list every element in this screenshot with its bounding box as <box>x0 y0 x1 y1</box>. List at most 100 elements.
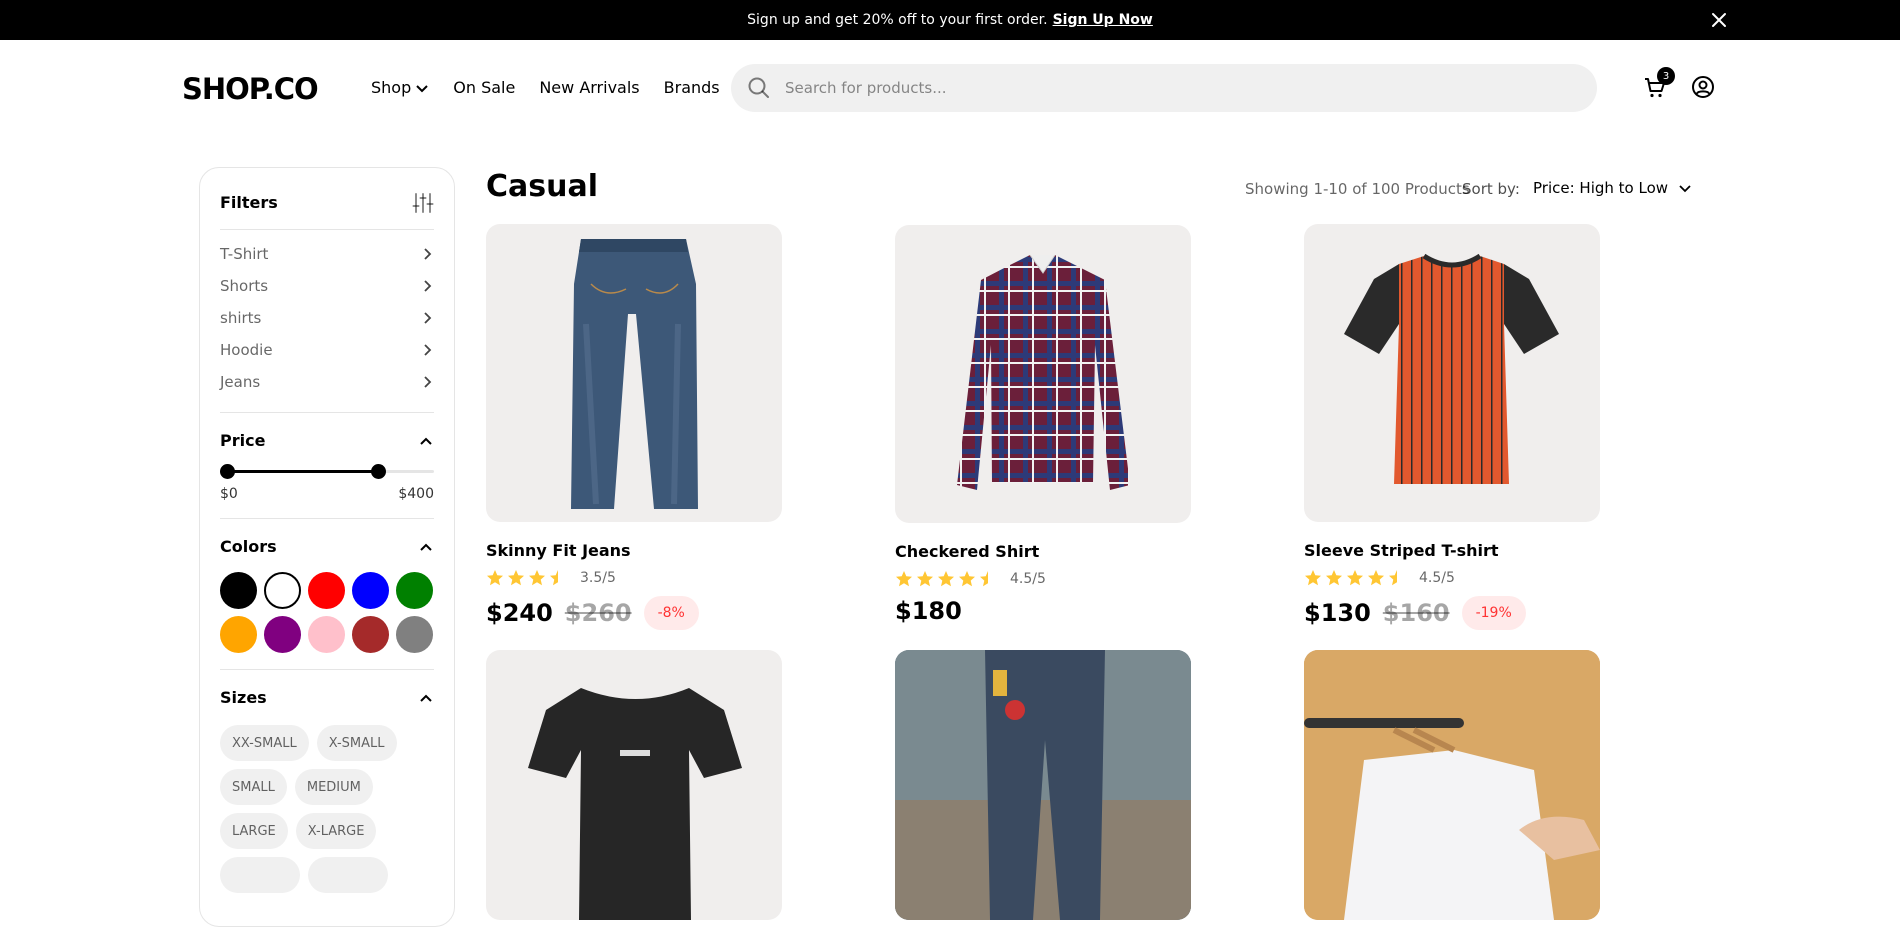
color-swatch[interactable] <box>308 616 345 653</box>
category-list: T-Shirt Shorts shirts Hoodie Jeans <box>220 230 434 413</box>
nav-brands[interactable]: Brands <box>664 78 720 97</box>
price-row: $240 $260 -8% <box>486 596 782 630</box>
category-item-shirts[interactable]: shirts <box>220 302 434 334</box>
product-card[interactable] <box>895 650 1191 920</box>
color-swatches <box>220 572 434 653</box>
product-rating: 4.5/5 <box>895 570 1191 588</box>
ripped-jeans-photo <box>895 650 1191 920</box>
filters-panel: Filters T-Shirt Shorts shirts Hoodie Jea… <box>199 167 455 927</box>
page-title: Casual <box>486 169 599 204</box>
price-labels: $0 $400 <box>220 486 434 502</box>
slider-thumb-min[interactable] <box>220 464 235 479</box>
product-name[interactable]: Checkered Shirt <box>895 542 1191 561</box>
color-swatch[interactable] <box>352 572 389 609</box>
product-name[interactable]: Sleeve Striped T-shirt <box>1304 541 1600 560</box>
product-price: $180 <box>895 597 962 625</box>
color-swatch[interactable] <box>264 572 301 609</box>
rating-value: 4.5/5 <box>1010 571 1046 587</box>
size-option-large[interactable]: LARGE <box>220 813 288 849</box>
star-icon <box>938 571 954 587</box>
sizes-title: Sizes <box>220 688 267 707</box>
star-rating <box>895 570 997 588</box>
cart-count-badge: 3 <box>1657 67 1675 85</box>
color-swatch[interactable] <box>264 616 301 653</box>
star-icon <box>529 570 545 586</box>
nav-new-arrivals[interactable]: New Arrivals <box>539 78 639 97</box>
colors-header[interactable]: Colors <box>220 537 434 556</box>
size-option-hidden[interactable] <box>220 857 300 893</box>
price-title: Price <box>220 431 266 450</box>
color-swatch[interactable] <box>308 572 345 609</box>
sort-dropdown[interactable]: Price: High to Low <box>1533 179 1692 197</box>
product-name[interactable]: Skinny Fit Jeans <box>486 541 782 560</box>
category-label: Jeans <box>220 373 261 391</box>
logo[interactable]: SHOP.CO <box>182 72 319 106</box>
color-swatch[interactable] <box>396 616 433 653</box>
nav-shop-label: Shop <box>371 78 412 97</box>
category-item-shorts[interactable]: Shorts <box>220 270 434 302</box>
product-rating: 3.5/5 <box>486 569 782 587</box>
price-slider[interactable] <box>220 460 434 484</box>
colors-title: Colors <box>220 537 277 556</box>
sizes-header[interactable]: Sizes <box>220 688 434 707</box>
price-row: $130 $160 -19% <box>1304 596 1600 630</box>
promo-bar: Sign up and get 20% off to your first or… <box>0 0 1900 40</box>
color-swatch[interactable] <box>352 616 389 653</box>
sizes-section: Sizes XX-SMALL X-SMALL SMALL MEDIUM LARG… <box>220 670 434 909</box>
slider-fill <box>228 470 379 473</box>
discount-badge: -8% <box>643 596 699 630</box>
sliders-icon[interactable] <box>412 192 434 214</box>
half-star-icon <box>1389 570 1397 586</box>
product-price: $240 <box>486 599 553 627</box>
product-image[interactable] <box>486 224 782 522</box>
checkered-shirt-image <box>957 254 1130 490</box>
chevron-up-icon <box>420 543 432 551</box>
product-rating: 4.5/5 <box>1304 569 1600 587</box>
chevron-down-icon <box>416 84 428 92</box>
product-image[interactable] <box>486 650 782 920</box>
slider-thumb-max[interactable] <box>371 464 386 479</box>
chevron-down-icon <box>1679 185 1691 193</box>
size-option-x-small[interactable]: X-SMALL <box>316 725 397 761</box>
half-star-icon <box>550 570 558 586</box>
size-option-small[interactable]: SMALL <box>220 769 287 805</box>
star-icon <box>508 570 524 586</box>
main-nav: Shop On Sale New Arrivals Brands <box>371 78 720 97</box>
star-icon <box>1305 570 1321 586</box>
color-swatch[interactable] <box>396 572 433 609</box>
product-image[interactable] <box>1304 650 1600 920</box>
chevron-right-icon <box>424 280 432 292</box>
product-card[interactable] <box>1304 650 1600 920</box>
close-icon[interactable] <box>1710 11 1728 29</box>
product-card[interactable] <box>486 650 782 920</box>
category-item-hoodie[interactable]: Hoodie <box>220 334 434 366</box>
rating-value: 4.5/5 <box>1419 570 1455 586</box>
size-option-medium[interactable]: MEDIUM <box>294 769 373 805</box>
size-options: XX-SMALL X-SMALL SMALL MEDIUM LARGE X-LA… <box>220 725 434 893</box>
signup-link[interactable]: Sign Up Now <box>1053 12 1153 28</box>
color-swatch[interactable] <box>220 572 257 609</box>
product-card[interactable]: Sleeve Striped T-shirt 4.5/5 $130 $160 -… <box>1304 224 1600 630</box>
shirts-on-hangers-photo <box>1304 650 1600 920</box>
category-item-tshirt[interactable]: T-Shirt <box>220 238 434 270</box>
category-item-jeans[interactable]: Jeans <box>220 366 434 398</box>
chevron-right-icon <box>424 344 432 356</box>
chevron-right-icon <box>424 248 432 260</box>
size-option-hidden[interactable] <box>308 857 388 893</box>
black-tshirt-image <box>528 688 742 920</box>
user-account-icon[interactable] <box>1691 75 1715 99</box>
nav-shop[interactable]: Shop <box>371 78 429 97</box>
product-card[interactable]: Checkered Shirt 4.5/5 $180 <box>895 225 1191 625</box>
size-option-x-large[interactable]: X-LARGE <box>295 813 377 849</box>
price-header[interactable]: Price <box>220 431 434 450</box>
search-input[interactable] <box>785 79 1525 97</box>
product-card[interactable]: Skinny Fit Jeans 3.5/5 $240 $260 -8% <box>486 224 782 630</box>
color-swatch[interactable] <box>220 616 257 653</box>
product-image[interactable] <box>895 650 1191 920</box>
star-rating <box>486 569 567 587</box>
rating-value: 3.5/5 <box>580 570 616 586</box>
nav-on-sale[interactable]: On Sale <box>453 78 515 97</box>
product-image[interactable] <box>1304 224 1600 522</box>
size-option-xx-small[interactable]: XX-SMALL <box>220 725 309 761</box>
product-image[interactable] <box>895 225 1191 523</box>
